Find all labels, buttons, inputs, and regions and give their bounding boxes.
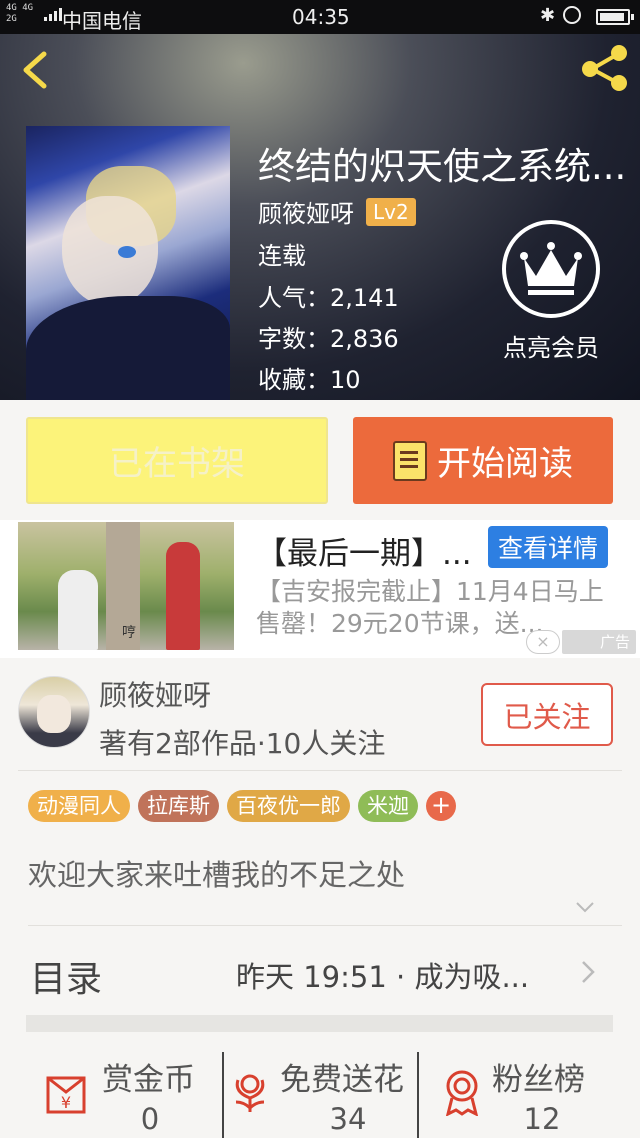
- divider: [222, 1052, 224, 1138]
- carrier-name: 中国电信: [62, 9, 142, 33]
- crown-icon: [502, 220, 600, 318]
- popularity-stat: 人气：2,141: [258, 284, 399, 312]
- flower-icon: [235, 1074, 265, 1112]
- chevron-left-icon: [23, 51, 47, 89]
- book-icon: [393, 440, 427, 481]
- catalog-label: 目录: [30, 959, 103, 1000]
- tag-item[interactable]: 百夜优一郎: [227, 790, 350, 822]
- book-title: 终结的炽天使之系统...: [258, 145, 627, 188]
- ad-tag: 广告: [562, 630, 636, 654]
- chevron-down-icon[interactable]: [575, 897, 595, 917]
- ad-banner[interactable]: 哼 【最后一期】... 查看详情 【吉安报完截止】11月4日马上售罄！29元20…: [0, 520, 640, 658]
- on-shelf-button[interactable]: 已在书架: [26, 417, 328, 504]
- start-reading-label: 开始阅读: [437, 444, 573, 484]
- clock: 04:35: [292, 5, 350, 29]
- add-tag-button[interactable]: +: [426, 791, 456, 821]
- tag-item[interactable]: 动漫同人: [28, 790, 130, 822]
- alarm-icon: [563, 6, 581, 24]
- tag-list: 动漫同人 拉库斯 百夜优一郎 米迦 +: [28, 790, 456, 822]
- followed-button[interactable]: 已关注: [481, 683, 613, 746]
- red-envelope-icon: ¥: [46, 1076, 86, 1114]
- status-bar: 4G 4G 2G 中国电信 04:35 ✱: [0, 0, 640, 34]
- tag-item[interactable]: 拉库斯: [138, 790, 219, 822]
- share-icon: [582, 45, 627, 91]
- reward-coins-button[interactable]: ¥ 赏金币 0: [40, 1050, 220, 1138]
- ad-title: 【最后一期】...: [256, 536, 472, 572]
- view-details-button[interactable]: 查看详情: [488, 526, 608, 568]
- back-button[interactable]: [16, 48, 56, 92]
- bluetooth-icon: ✱: [540, 5, 556, 26]
- start-reading-button[interactable]: 开始阅读: [353, 417, 613, 504]
- book-intro: 欢迎大家来吐槽我的不足之处: [28, 858, 406, 892]
- vip-label: 点亮会员: [503, 334, 599, 362]
- ad-image-caption: 哼: [122, 625, 136, 641]
- section-separator: [26, 1015, 613, 1032]
- serial-status: 连载: [258, 242, 306, 270]
- divider: [417, 1052, 419, 1138]
- fan-ranking-button[interactable]: 粉丝榜 12: [440, 1050, 620, 1138]
- medal-icon: [445, 1070, 479, 1116]
- ad-image[interactable]: 哼: [18, 522, 234, 650]
- fan-ranking-count: 12: [523, 1102, 561, 1136]
- word-count-stat: 字数：2,836: [258, 325, 399, 353]
- avatar[interactable]: [18, 676, 90, 748]
- author-card-summary: 著有2部作品·10人关注: [99, 727, 386, 760]
- chevron-right-icon: [582, 961, 595, 983]
- on-shelf-label: 已在书架: [109, 444, 245, 484]
- favorites-stat: 收藏：10: [258, 366, 361, 394]
- reward-coins-count: 0: [140, 1102, 160, 1136]
- author-card[interactable]: 顾筱娅呀 著有2部作品·10人关注 已关注: [0, 660, 640, 770]
- send-flower-label: 免费送花: [280, 1062, 404, 1098]
- close-icon[interactable]: ×: [526, 630, 560, 654]
- book-cover[interactable]: [26, 126, 230, 400]
- tag-item[interactable]: 米迦: [358, 790, 418, 822]
- author-row: 顾筱娅呀 Lv2: [258, 194, 416, 229]
- author-card-name: 顾筱娅呀: [99, 679, 212, 712]
- fan-ranking-label: 粉丝榜: [492, 1062, 585, 1098]
- book-header: 终结的炽天使之系统... 顾筱娅呀 Lv2 连载 人气：2,141 字数：2,8…: [0, 34, 640, 400]
- signal-icon: [44, 8, 62, 21]
- reward-coins-label: 赏金币: [102, 1062, 195, 1098]
- share-button[interactable]: [580, 44, 630, 92]
- send-flower-count: 34: [329, 1102, 367, 1136]
- vip-button[interactable]: 点亮会员: [496, 220, 606, 363]
- battery-icon: [596, 9, 634, 25]
- stats-bar: ¥ 赏金币 0 免费送花 34 粉丝榜 12: [0, 1050, 640, 1138]
- svg-text:¥: ¥: [61, 1093, 71, 1112]
- network-indicator: 4G 4G 2G: [6, 3, 34, 24]
- divider: [18, 770, 622, 771]
- catalog-row[interactable]: 目录 昨天 19:51 · 成为吸...: [0, 926, 640, 1018]
- author-name[interactable]: 顾筱娅呀: [258, 194, 354, 229]
- send-flower-button[interactable]: 免费送花 34: [226, 1050, 416, 1138]
- latest-chapter: 昨天 19:51 · 成为吸...: [236, 960, 530, 994]
- level-badge: Lv2: [366, 197, 416, 226]
